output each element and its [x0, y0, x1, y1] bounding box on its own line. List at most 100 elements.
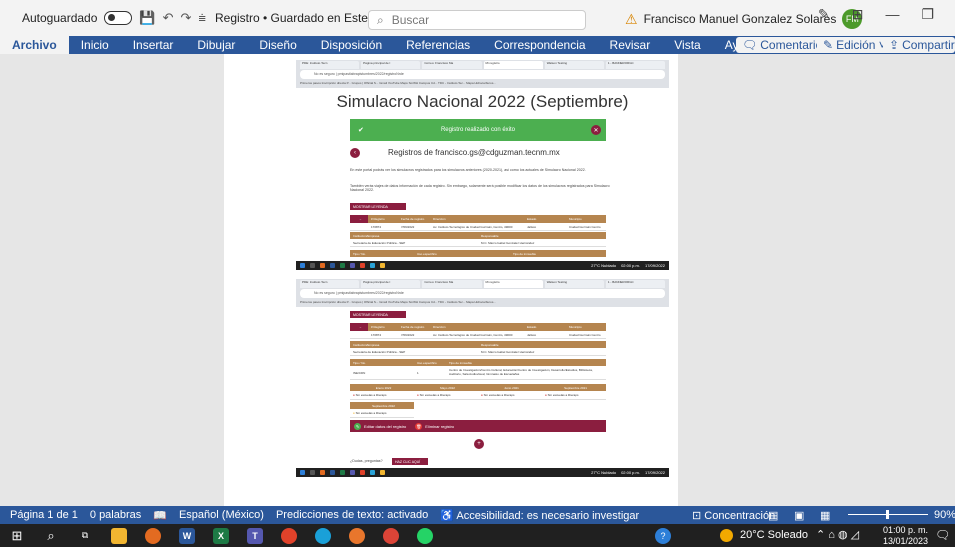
windows-icon — [300, 470, 305, 475]
tray-icons[interactable]: ⌃ ⌂ ◍ ◿ — [816, 528, 859, 541]
embedded-weather: 27°C Nublado — [591, 263, 617, 268]
type-table: Tipo / No. Uso específico Tipo de inmueb… — [350, 359, 606, 380]
show-legend-button: MOSTRAR LEYENDA — [350, 311, 406, 318]
pen-icon[interactable]: ✎ — [818, 6, 830, 23]
add-icon: + — [474, 439, 484, 449]
success-banner: ✔ Registro realizado con éxito — [350, 119, 606, 141]
browser-tab: PDE: Instituto Tecn — [300, 61, 360, 69]
edge-icon[interactable] — [315, 527, 331, 544]
print-layout-icon[interactable]: ▣ — [788, 509, 810, 522]
comment-icon: 🗨 — [742, 38, 758, 52]
address-bar: No es seguro | pmipastiabrapistumbres/20… — [300, 289, 665, 298]
office-icon[interactable] — [281, 527, 297, 544]
clock-time[interactable]: 01:00 p. m. — [883, 525, 928, 535]
customize-toolbar-icon[interactable]: ⩧ — [198, 10, 206, 26]
browser-tab: 1 - BANNERORGC — [605, 280, 666, 288]
browser-tabs: PDE: Instituto Tecn Página principal de … — [296, 279, 669, 289]
browser-tab: Página principal de I — [361, 61, 421, 69]
browser-tabs: PDE: Instituto Tecn Página principal de … — [296, 60, 669, 70]
bookmarks-bar: Primeros pasos Inscripción directa P... … — [300, 81, 496, 85]
autosave-toggle[interactable] — [104, 11, 133, 25]
warning-icon: ⚠ — [625, 10, 638, 27]
actions-bar: ✎ Editar datos del registro 🗑 Eliminar r… — [350, 420, 606, 432]
page-count[interactable]: Página 1 de 1 — [0, 509, 84, 521]
autosave-label: Autoguardado — [22, 11, 98, 25]
proofing-icon[interactable]: 📖 — [147, 509, 173, 522]
minimize-icon[interactable]: — — [885, 6, 899, 23]
tab-inicio[interactable]: Inicio — [69, 36, 121, 54]
language[interactable]: Español (México) — [173, 509, 270, 521]
accessibility-icon: ♿ — [440, 509, 454, 522]
save-icon[interactable]: 💾 — [139, 10, 155, 26]
windows-start-icon[interactable]: ⊞ — [9, 528, 25, 544]
chrome-icon[interactable] — [383, 527, 399, 544]
word-count[interactable]: 0 palabras — [84, 509, 147, 521]
read-mode-icon[interactable]: ▤ — [762, 509, 784, 522]
redo-icon[interactable]: ↷ — [181, 10, 192, 26]
task-view-icon[interactable]: ⧉ — [77, 528, 93, 544]
zoom-thumb[interactable] — [886, 510, 889, 519]
tab-archivo[interactable]: Archivo — [0, 36, 69, 54]
share-button[interactable]: ⇪Compartir ˅ — [883, 37, 955, 53]
browser-tab: Mi registro — [483, 280, 543, 288]
search-box[interactable]: ⌕ Buscar — [368, 10, 586, 30]
excel-icon[interactable]: X — [213, 527, 229, 544]
ribbon-display-icon[interactable]: ⊞ — [852, 6, 864, 23]
help-icon[interactable]: ? — [655, 527, 671, 544]
tab-correspondencia[interactable]: Correspondencia — [482, 36, 597, 54]
search-input[interactable]: Buscar — [392, 13, 429, 27]
embedded-date: 17/09/2022 — [644, 470, 665, 475]
app-icon[interactable] — [145, 527, 161, 544]
clock-date[interactable]: 13/01/2023 — [883, 536, 928, 546]
undo-icon[interactable]: ↶ — [163, 10, 174, 26]
embedded-taskbar: 27°C Nublado 02:00 p.m. 17/09/2022 — [296, 261, 669, 270]
help-question: ¿Dudas, preguntas? — [350, 459, 383, 463]
browser-tab: Mi registro — [483, 61, 543, 69]
edit-record-button: Editar datos del registro — [364, 423, 407, 429]
whatsapp-icon[interactable] — [417, 527, 433, 544]
records-subheading: Registros de francisco.gs@cdguzman.tecnm… — [388, 148, 560, 157]
institution-table: Institución/Empresa Responsable Secretar… — [350, 232, 606, 247]
bookmarks-bar: Primeros pasos Inscripción directa P... … — [300, 300, 496, 304]
zoom-level[interactable]: 90% — [934, 509, 955, 521]
embedded-weather: 27°C Nublado — [591, 470, 617, 475]
document-canvas[interactable]: PDE: Instituto Tecn Página principal de … — [0, 54, 955, 506]
tab-referencias[interactable]: Referencias — [394, 36, 482, 54]
status-bar: Página 1 de 1 0 palabras 📖 Español (Méxi… — [0, 506, 955, 524]
notification-icon[interactable]: 🗨 — [935, 528, 950, 542]
text-predictions[interactable]: Predicciones de texto: activado — [270, 509, 434, 521]
tab-insertar[interactable]: Insertar — [121, 36, 186, 54]
tab-revisar[interactable]: Revisar — [598, 36, 663, 54]
records-table: − # Registro Fecha de registro Dirección… — [350, 215, 606, 231]
teams-icon[interactable]: T — [247, 527, 263, 544]
tab-disposicion[interactable]: Disposición — [309, 36, 394, 54]
browser-chrome: PDE: Instituto Tecn Página principal de … — [296, 279, 669, 307]
banner-close-icon: ✕ — [591, 125, 601, 135]
tab-dibujar[interactable]: Dibujar — [185, 36, 247, 54]
pen-icon: ✎ — [823, 38, 834, 52]
web-layout-icon[interactable]: ▦ — [814, 509, 836, 522]
firefox-icon[interactable] — [349, 527, 365, 544]
edit-icon: ✎ — [354, 422, 361, 430]
browser-tab: Correo: Francisco Ma — [422, 61, 482, 69]
embedded-screenshot-2: PDE: Instituto Tecn Página principal de … — [296, 279, 669, 477]
windows-icon — [300, 263, 305, 268]
show-legend-button: MOSTRAR LEYENDA — [350, 203, 406, 210]
schedule-table: Enero 2022 Mayo 2022 Junio 2021 Septiemb… — [350, 384, 606, 400]
tab-diseno[interactable]: Diseño — [247, 36, 308, 54]
page-title: Simulacro Nacional 2022 (Septiembre) — [336, 92, 629, 111]
intro-paragraph: En este portal podrás ver los simulacros… — [350, 168, 586, 172]
browser-tab: Página principal de I — [361, 280, 421, 288]
weather-text[interactable]: 20°C Soleado — [740, 529, 808, 541]
word-window: Autoguardado 💾 ↶ ↷ ⩧ Registro • Guardado… — [0, 0, 955, 547]
embedded-time: 02:00 p.m. — [621, 263, 640, 268]
file-explorer-icon[interactable] — [111, 527, 127, 544]
restore-icon[interactable]: ❐ — [921, 6, 934, 23]
search-icon[interactable]: ⌕ — [43, 528, 59, 544]
word-icon[interactable]: W — [179, 527, 195, 544]
accessibility-status[interactable]: ♿ Accesibilidad: es necesario investigar — [434, 509, 645, 522]
editing-button[interactable]: ✎ Edición ˅ — [817, 37, 892, 53]
user-name: Francisco Manuel Gonzalez Solares — [643, 12, 837, 26]
tab-vista[interactable]: Vista — [662, 36, 712, 54]
back-icon: ‹ — [350, 148, 360, 158]
